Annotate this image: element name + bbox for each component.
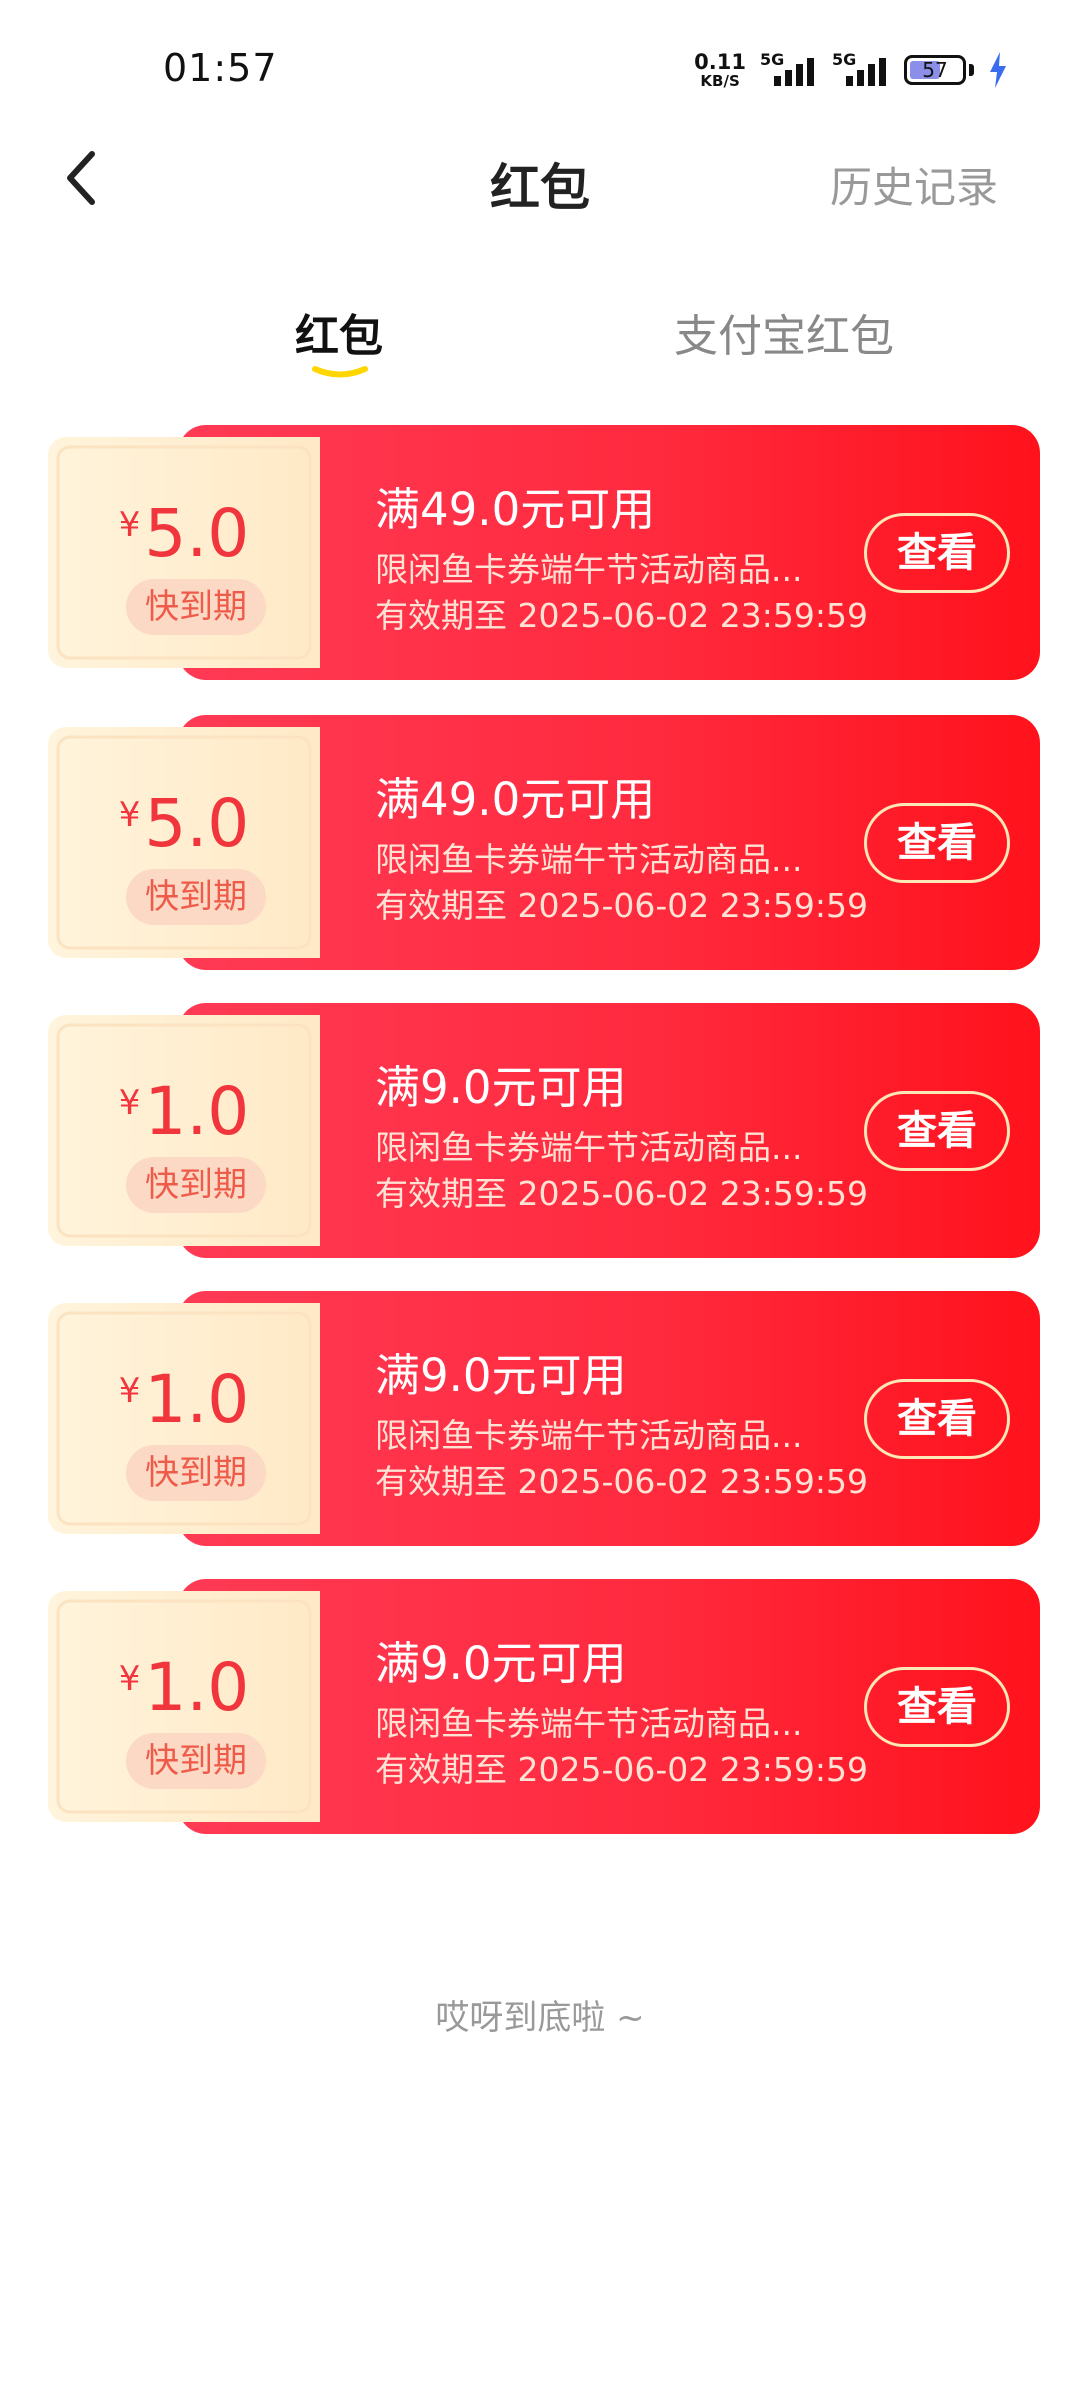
coupon-expiry: 有效期至 2025-06-02 23:59:59	[375, 886, 868, 925]
coupon-card: ¥1.0 快到期 满9.0元可用 限闲鱼卡券端午节活动商品... 有效期至 20…	[48, 1579, 1040, 1834]
view-button[interactable]: 查看	[864, 1667, 1010, 1747]
coupon-title: 满49.0元可用	[375, 773, 656, 826]
tab-active-indicator	[312, 366, 368, 378]
signal-label: 5G	[832, 50, 857, 69]
coupon-expiry: 有效期至 2025-06-02 23:59:59	[375, 1462, 868, 1501]
coupon-description: 限闲鱼卡券端午节活动商品...	[375, 550, 803, 589]
charging-icon	[990, 52, 1006, 88]
signal-icon: 5G	[760, 50, 818, 90]
tab-bar: 红包 支付宝红包	[0, 300, 1080, 390]
network-speed: 0.11 KB/S	[694, 49, 746, 90]
coupon-description: 限闲鱼卡券端午节活动商品...	[375, 840, 803, 879]
coupon-amount: ¥5.0	[118, 785, 250, 862]
coupon-expiry: 有效期至 2025-06-02 23:59:59	[375, 1174, 868, 1213]
coupon-stub: ¥5.0 快到期	[48, 437, 320, 668]
coupon-amount: ¥5.0	[118, 495, 250, 572]
coupon-stub: ¥1.0 快到期	[48, 1015, 320, 1246]
coupon-card: ¥1.0 快到期 满9.0元可用 限闲鱼卡券端午节活动商品... 有效期至 20…	[48, 1003, 1040, 1258]
status-bar: 01:57 0.11 KB/S 5G 5G 57	[0, 0, 1080, 130]
coupon-amount: ¥1.0	[118, 1073, 250, 1150]
battery-level: 57	[922, 58, 948, 82]
expiring-badge: 快到期	[126, 869, 266, 925]
signal-icon: 5G	[832, 50, 890, 90]
end-of-list-note: 哎呀到底啦 ~	[435, 1998, 645, 2038]
nav-bar: 红包 历史记录	[0, 130, 1080, 230]
network-speed-value: 0.11	[694, 49, 746, 74]
coupon-title: 满9.0元可用	[375, 1061, 627, 1114]
status-time: 01:57	[163, 46, 278, 90]
coupon-card: ¥1.0 快到期 满9.0元可用 限闲鱼卡券端午节活动商品... 有效期至 20…	[48, 1291, 1040, 1546]
battery-icon: 57	[904, 55, 966, 85]
coupon-expiry: 有效期至 2025-06-02 23:59:59	[375, 596, 868, 635]
coupon-amount: ¥1.0	[118, 1649, 250, 1726]
battery-tip	[969, 64, 974, 76]
history-link[interactable]: 历史记录	[830, 154, 998, 215]
view-button[interactable]: 查看	[864, 803, 1010, 883]
view-button[interactable]: 查看	[864, 1091, 1010, 1171]
coupon-description: 限闲鱼卡券端午节活动商品...	[375, 1128, 803, 1167]
coupon-stub: ¥1.0 快到期	[48, 1591, 320, 1822]
coupon-stub: ¥1.0 快到期	[48, 1303, 320, 1534]
coupon-title: 满49.0元可用	[375, 483, 656, 536]
expiring-badge: 快到期	[126, 1445, 266, 1501]
coupon-description: 限闲鱼卡券端午节活动商品...	[375, 1704, 803, 1743]
status-indicators: 0.11 KB/S 5G 5G 57	[694, 48, 1008, 92]
network-speed-unit: KB/S	[700, 71, 740, 90]
coupon-card: ¥5.0 快到期 满49.0元可用 限闲鱼卡券端午节活动商品... 有效期至 2…	[48, 715, 1040, 970]
coupon-description: 限闲鱼卡券端午节活动商品...	[375, 1416, 803, 1455]
view-button[interactable]: 查看	[864, 1379, 1010, 1459]
expiring-badge: 快到期	[126, 1157, 266, 1213]
tab-red-packet[interactable]: 红包	[295, 300, 383, 364]
coupon-stub: ¥5.0 快到期	[48, 727, 320, 958]
signal-label: 5G	[760, 50, 785, 69]
coupon-title: 满9.0元可用	[375, 1349, 627, 1402]
coupon-title: 满9.0元可用	[375, 1637, 627, 1690]
view-button[interactable]: 查看	[864, 513, 1010, 593]
expiring-badge: 快到期	[126, 579, 266, 635]
expiring-badge: 快到期	[126, 1733, 266, 1789]
coupon-expiry: 有效期至 2025-06-02 23:59:59	[375, 1750, 868, 1789]
coupon-card: ¥5.0 快到期 满49.0元可用 限闲鱼卡券端午节活动商品... 有效期至 2…	[48, 425, 1040, 680]
coupon-amount: ¥1.0	[118, 1361, 250, 1438]
tab-alipay-red-packet[interactable]: 支付宝红包	[674, 300, 894, 364]
